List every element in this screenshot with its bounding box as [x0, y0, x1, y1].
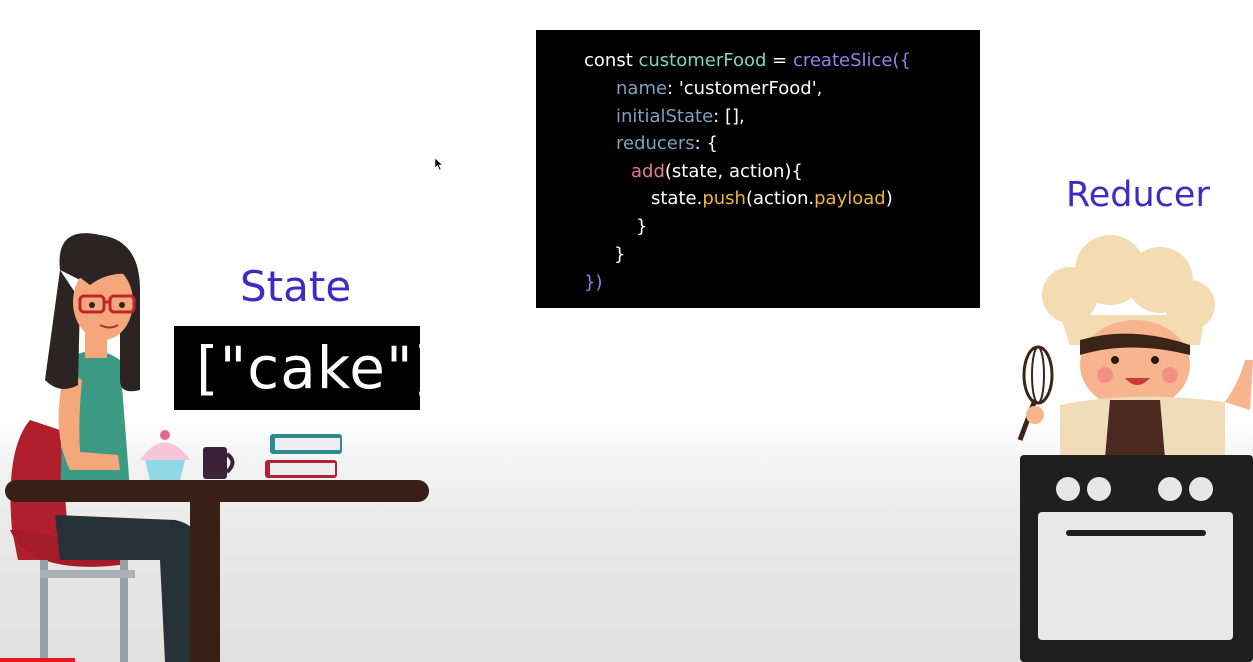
code-token: add: [631, 161, 665, 182]
code-token: =: [766, 50, 793, 71]
code-token: : 'customerFood',: [667, 78, 823, 99]
code-token: createSlice({: [792, 50, 911, 71]
code-token: (action.: [745, 188, 815, 209]
code-line: }): [584, 272, 602, 294]
code-token: initialState: [616, 106, 714, 127]
code-token: ): [885, 188, 893, 209]
reducer-label: Reducer: [1066, 175, 1210, 215]
code-token: push: [702, 188, 746, 209]
code-line: reducers: {: [616, 133, 718, 155]
code-token: : {: [694, 133, 718, 154]
code-line: initialState: [],: [616, 106, 745, 128]
code-token: }: [636, 216, 648, 237]
code-token: payload: [814, 188, 886, 209]
video-progress-bar[interactable]: [0, 658, 75, 662]
code-token: name: [616, 78, 668, 99]
code-line: }: [636, 216, 647, 238]
code-line: }: [614, 244, 625, 266]
woman-at-table-illustration: [5, 233, 429, 662]
code-line: name: 'customerFood',: [616, 78, 822, 100]
code-line: add(state, action){: [631, 161, 803, 183]
code-token: const: [584, 50, 639, 71]
code-token: (state, action){: [664, 161, 803, 182]
chef-at-stove-illustration: [1017, 235, 1253, 662]
code-line: state.push(action.payload): [651, 188, 893, 210]
code-token: customerFood: [638, 50, 767, 71]
code-token: }): [584, 272, 603, 293]
mouse-cursor-icon: [434, 157, 444, 171]
code-line: const customerFood = createSlice({: [584, 50, 911, 72]
code-panel: const customerFood = createSlice({ name:…: [536, 30, 980, 308]
code-token: state.: [651, 188, 703, 209]
code-token: }: [614, 244, 626, 265]
code-token: reducers: [616, 133, 695, 154]
code-token: : [],: [713, 106, 745, 127]
